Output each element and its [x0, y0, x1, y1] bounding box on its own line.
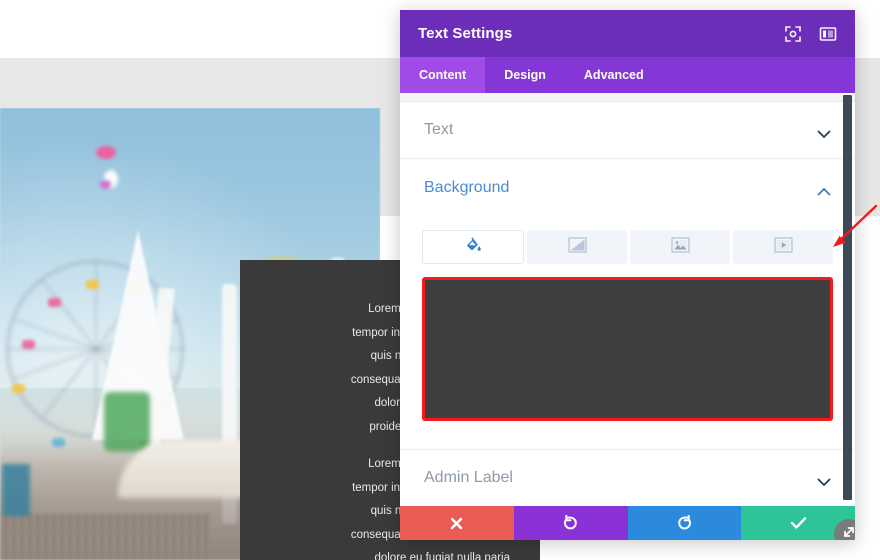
panel-spacer	[400, 421, 855, 449]
paint-bucket-icon	[465, 236, 482, 258]
background-type-tabs	[422, 230, 833, 264]
undo-button[interactable]	[513, 506, 628, 540]
section-text-label: Text	[424, 121, 454, 138]
modal-body: Text Background Admin Label	[400, 93, 855, 506]
background-color-swatch[interactable]	[422, 277, 833, 421]
screen: Lorem ipsum dolor sit amet, tempor incid…	[0, 0, 880, 560]
gondola	[12, 384, 25, 393]
modal-title: Text Settings	[418, 25, 513, 42]
tab-content[interactable]: Content	[400, 57, 486, 93]
background-gradient-tab[interactable]	[527, 230, 627, 264]
modal-footer	[400, 506, 855, 540]
scrollbar-thumb[interactable]	[843, 95, 852, 500]
pier-deck	[0, 514, 210, 560]
background-color-swatch-wrap	[422, 277, 833, 421]
chevron-up-icon	[817, 183, 831, 196]
teal-structure	[2, 464, 30, 516]
text-line: dolore eu fugiat nulla paria	[374, 552, 510, 560]
image-icon	[670, 236, 690, 258]
tab-advanced[interactable]: Advanced	[565, 57, 663, 93]
section-admin-label[interactable]: Admin Label	[400, 449, 855, 506]
modal-header-actions	[784, 25, 837, 43]
kite	[96, 146, 116, 159]
focus-target-icon[interactable]	[784, 25, 802, 43]
background-video-tab[interactable]	[733, 230, 833, 264]
section-background-label: Background	[424, 178, 510, 196]
resize-handle-icon	[841, 524, 855, 541]
tab-design[interactable]: Design	[485, 57, 565, 93]
redo-icon	[676, 514, 693, 532]
text-settings-modal: Text Settings Content Design Advanced Te…	[400, 10, 855, 540]
gondola	[48, 298, 61, 307]
section-background[interactable]: Background	[400, 159, 855, 216]
undo-icon	[562, 514, 579, 532]
modal-header: Text Settings	[400, 10, 855, 57]
redo-button[interactable]	[627, 506, 742, 540]
close-icon	[449, 516, 464, 531]
body-top-strip	[400, 93, 855, 102]
background-image-tab[interactable]	[630, 230, 730, 264]
kite	[100, 180, 111, 189]
gradient-icon	[567, 236, 587, 258]
video-icon	[773, 236, 793, 258]
chevron-down-icon	[817, 126, 831, 138]
section-text[interactable]: Text	[400, 102, 855, 159]
layout-columns-icon[interactable]	[819, 25, 837, 43]
cancel-button[interactable]	[400, 506, 514, 540]
modal-tabs: Content Design Advanced	[400, 57, 855, 93]
check-icon	[790, 516, 807, 530]
background-panel	[400, 216, 855, 421]
chevron-down-icon	[817, 474, 831, 486]
background-color-tab[interactable]	[422, 230, 524, 264]
section-admin-label-text: Admin Label	[424, 469, 513, 486]
gondola	[22, 340, 35, 349]
